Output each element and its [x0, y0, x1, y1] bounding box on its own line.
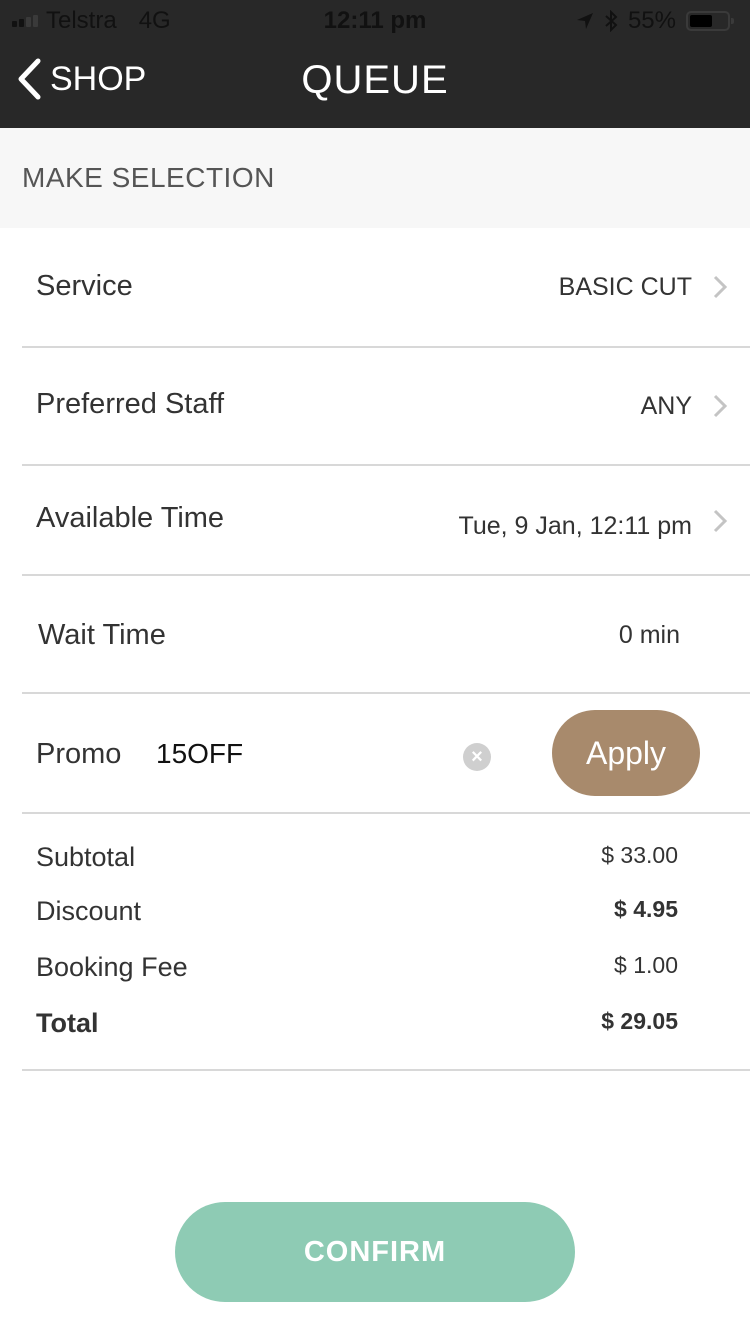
discount-value: $ 4.95 [614, 896, 678, 922]
row-value: BASIC CUT [558, 273, 692, 301]
clear-icon[interactable]: × [463, 743, 491, 771]
status-bar: Telstra 4G 12:11 pm 55% [0, 0, 750, 40]
page-title: QUEUE [301, 58, 449, 102]
row-label: Available Time [36, 502, 225, 534]
wait-time-row: Wait Time 0 min [22, 576, 750, 694]
battery-percent: 55% [627, 7, 676, 34]
row-label: Wait Time [38, 619, 166, 651]
row-label: Preferred Staff [36, 388, 225, 420]
chevron-right-icon [713, 275, 728, 299]
confirm-button[interactable]: CONFIRM [175, 1202, 575, 1302]
booking-fee-value: $ 1.00 [614, 952, 678, 978]
booking-fee-row: Booking Fee $ 1.00 [36, 952, 678, 983]
bluetooth-icon [605, 10, 618, 32]
apply-button[interactable]: Apply [552, 710, 700, 796]
section-header: MAKE SELECTION [0, 128, 750, 228]
section-title: MAKE SELECTION [22, 162, 275, 193]
promo-row: Promo 15OFF × Apply [22, 694, 750, 814]
row-value: ANY [640, 392, 692, 420]
location-icon [576, 13, 593, 29]
booking-fee-label: Booking Fee [36, 952, 188, 982]
nav-bar: Telstra 4G 12:11 pm 55% SHOP QUEUE [0, 0, 750, 128]
service-row[interactable]: Service BASIC CUT [22, 228, 750, 348]
subtotal-row: Subtotal $ 33.00 [36, 842, 678, 873]
subtotal-label: Subtotal [36, 842, 136, 872]
subtotal-value: $ 33.00 [601, 842, 678, 868]
row-label: Service [36, 270, 133, 302]
available-time-row[interactable]: Available Time Tue, 9 Jan, 12:11 pm [22, 466, 750, 576]
total-label: Total [36, 1008, 99, 1038]
discount-row: Discount $ 4.95 [36, 896, 678, 927]
preferred-staff-row[interactable]: Preferred Staff ANY [22, 348, 750, 466]
chevron-right-icon [713, 509, 728, 533]
total-row: Total $ 29.05 [36, 1008, 678, 1039]
promo-label: Promo [36, 738, 122, 770]
chevron-right-icon [713, 394, 728, 418]
promo-input[interactable]: 15OFF [156, 738, 243, 770]
total-value: $ 29.05 [601, 1008, 678, 1034]
discount-label: Discount [36, 896, 142, 926]
row-value: 0 min [618, 621, 680, 649]
battery-icon [686, 11, 734, 31]
row-value: Tue, 9 Jan, 12:11 pm [458, 512, 692, 540]
